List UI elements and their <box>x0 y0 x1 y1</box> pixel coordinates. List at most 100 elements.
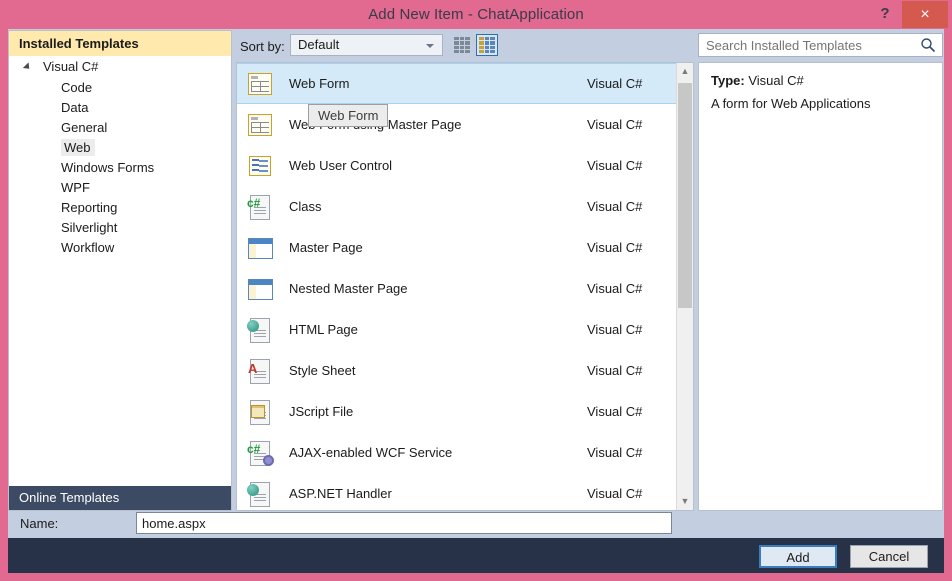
table-row[interactable]: Web Form using Master Page Visual C# <box>237 104 677 145</box>
template-language: Visual C# <box>587 199 643 214</box>
jscript-file-icon <box>245 397 275 427</box>
template-name: Nested Master Page <box>289 281 408 296</box>
tree-node-visual-csharp[interactable]: Visual C# <box>9 56 231 78</box>
tooltip: Web Form <box>308 104 389 127</box>
template-info-panel: Type: Visual C# A form for Web Applicati… <box>698 62 943 511</box>
help-icon[interactable]: ? <box>874 2 896 26</box>
sort-by-value: Default <box>298 37 340 52</box>
name-input[interactable] <box>136 512 672 534</box>
grid-icon <box>454 37 470 53</box>
style-sheet-icon: A <box>245 356 275 386</box>
template-language: Visual C# <box>587 363 643 378</box>
sort-by-dropdown[interactable]: Default <box>290 34 443 56</box>
sidebar-item-label: WPF <box>61 180 90 195</box>
sidebar-item-general[interactable]: General <box>9 118 231 138</box>
search-box[interactable] <box>698 33 943 57</box>
scroll-down-icon[interactable]: ▼ <box>677 493 693 510</box>
web-form-master-icon <box>245 110 275 140</box>
table-row[interactable]: Web Form Visual C# <box>237 63 677 104</box>
table-row[interactable]: Web User Control Visual C# <box>237 145 677 186</box>
installed-templates-header: Installed Templates <box>9 31 231 56</box>
expander-triangle-icon[interactable] <box>22 62 33 72</box>
sidebar-item-label: General <box>61 120 108 135</box>
close-icon[interactable]: × <box>902 1 948 28</box>
sidebar-item-data[interactable]: Data <box>9 98 231 118</box>
template-name: AJAX-enabled WCF Service <box>289 445 453 460</box>
templates-toolbar: Sort by: Default <box>236 30 694 62</box>
table-row[interactable]: A Style Sheet Visual C# <box>237 350 677 391</box>
scrollbar-thumb[interactable] <box>678 83 692 308</box>
template-type-row: Type: Visual C# <box>711 73 930 88</box>
dialog-body: Installed Templates Visual C# Code Data … <box>8 29 944 538</box>
sidebar-item-online-templates[interactable]: Online Templates <box>9 486 231 510</box>
sidebar-item-silverlight[interactable]: Silverlight <box>9 218 231 238</box>
title-bar: Add New Item - ChatApplication ? × <box>0 0 952 29</box>
master-page-icon <box>245 233 275 263</box>
template-name: Web User Control <box>289 158 393 173</box>
csharp-class-icon: c# <box>245 192 275 222</box>
chevron-down-icon <box>426 44 434 48</box>
template-language: Visual C# <box>587 240 643 255</box>
sidebar-item-wpf[interactable]: WPF <box>9 178 231 198</box>
sort-by-label: Sort by: <box>240 39 285 54</box>
sidebar-item-web[interactable]: Web <box>9 138 231 158</box>
sidebar-item-reporting[interactable]: Reporting <box>9 198 231 218</box>
template-name: Style Sheet <box>289 363 356 378</box>
template-language: Visual C# <box>587 158 643 173</box>
template-language: Visual C# <box>587 486 643 501</box>
table-row[interactable]: JScript File Visual C# <box>237 391 677 432</box>
template-name: HTML Page <box>289 322 358 337</box>
template-name: Class <box>289 199 322 214</box>
name-row: Name: <box>8 512 944 538</box>
small-icons-view-button[interactable] <box>451 34 473 56</box>
search-input[interactable] <box>699 34 915 56</box>
sidebar-item-label: Reporting <box>61 200 118 215</box>
table-row[interactable]: c# Class Visual C# <box>237 186 677 227</box>
add-new-item-dialog: Add New Item - ChatApplication ? × Insta… <box>0 0 952 581</box>
aspnet-handler-icon <box>245 479 275 509</box>
sidebar-item-workflow[interactable]: Workflow <box>9 238 231 258</box>
templates-list-inner: Web Form Visual C# Web Form using Master… <box>237 63 677 510</box>
table-row[interactable]: ASP.NET Handler Visual C# <box>237 473 677 510</box>
scroll-up-icon[interactable]: ▲ <box>677 63 693 80</box>
add-button[interactable]: Add <box>759 545 837 568</box>
template-type-label: Type: <box>711 73 745 88</box>
sidebar-item-code[interactable]: Code <box>9 78 231 98</box>
templates-column: Sort by: Default Web Form Visual C# Web … <box>236 30 694 511</box>
template-name: JScript File <box>289 404 354 419</box>
window-title: Add New Item - ChatApplication <box>368 6 584 23</box>
cancel-button[interactable]: Cancel <box>850 545 928 568</box>
sidebar-item-label: Workflow <box>61 240 115 255</box>
nested-master-page-icon <box>245 274 275 304</box>
template-language: Visual C# <box>587 404 643 419</box>
sidebar-item-windows-forms[interactable]: Windows Forms <box>9 158 231 178</box>
name-label: Name: <box>20 516 59 531</box>
web-form-icon <box>245 69 275 99</box>
table-row[interactable]: c# AJAX-enabled WCF Service Visual C# <box>237 432 677 473</box>
sidebar-item-label: Silverlight <box>61 220 118 235</box>
table-row[interactable]: Master Page Visual C# <box>237 227 677 268</box>
sidebar-item-label: Windows Forms <box>61 160 155 175</box>
info-column: Type: Visual C# A form for Web Applicati… <box>698 30 943 511</box>
html-page-icon <box>245 315 275 345</box>
tree-node-label: Visual C# <box>43 59 99 74</box>
installed-templates-tree: Installed Templates Visual C# Code Data … <box>8 30 232 511</box>
search-icon[interactable] <box>920 37 936 53</box>
sidebar-item-label: Web <box>61 139 95 156</box>
grid-icon <box>479 37 495 53</box>
sidebar-item-label: Data <box>61 100 89 115</box>
template-type-value: Visual C# <box>748 73 804 88</box>
templates-list[interactable]: Web Form Visual C# Web Form using Master… <box>236 62 694 511</box>
template-name: Web Form <box>289 76 350 91</box>
table-row[interactable]: Nested Master Page Visual C# <box>237 268 677 309</box>
template-language: Visual C# <box>587 322 643 337</box>
templates-scrollbar[interactable]: ▲ ▼ <box>676 63 693 510</box>
template-language: Visual C# <box>587 445 643 460</box>
web-user-control-icon <box>245 151 275 181</box>
table-row[interactable]: HTML Page Visual C# <box>237 309 677 350</box>
medium-icons-view-button[interactable] <box>476 34 498 56</box>
dialog-footer: Add Cancel <box>8 538 944 573</box>
sidebar-item-label: Code <box>61 80 93 95</box>
template-language: Visual C# <box>587 281 643 296</box>
tree-body: Visual C# Code Data General Web Windows … <box>9 56 231 258</box>
